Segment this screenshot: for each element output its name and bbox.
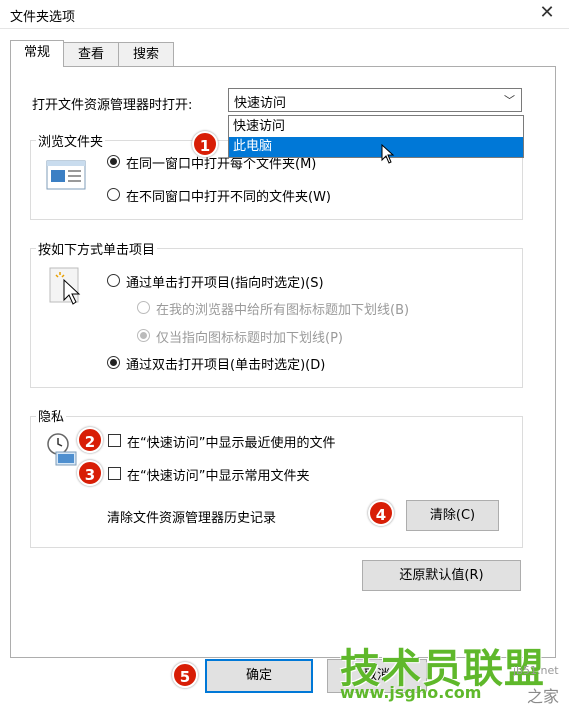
window-preview-icon (46, 160, 86, 190)
clear-button[interactable]: 清除(C) (406, 500, 499, 531)
dropdown-option-quick-access[interactable]: 快速访问 (229, 117, 523, 137)
watermark-side: jb51.net (513, 664, 559, 677)
click-items-title: 按如下方式单击项目 (36, 239, 158, 258)
open-explorer-dropdown: 快速访问 此电脑 (228, 115, 524, 158)
radio-underline-all[interactable] (137, 301, 150, 314)
tab-general[interactable]: 常规 (10, 40, 64, 67)
annotation-badge-3: 3 (77, 460, 103, 486)
watermark-side2: 之家 (527, 687, 560, 706)
radio-new-window[interactable] (107, 188, 120, 201)
clock-icon (47, 433, 77, 466)
tab-search[interactable]: 搜索 (118, 42, 174, 67)
checkbox-frequent-folders-label: 在“快速访问”中显示常用文件夹 (127, 469, 310, 484)
clear-history-label: 清除文件资源管理器历史记录 (107, 511, 277, 526)
click-pointer-icon (49, 267, 81, 305)
radio-double-click[interactable] (107, 356, 120, 369)
open-explorer-label: 打开文件资源管理器时打开: (32, 98, 193, 113)
radio-underline-all-label: 在我的浏览器中给所有图标标题加下划线(B) (156, 303, 410, 318)
annotation-badge-5: 5 (172, 662, 198, 688)
checkbox-recent-files-label: 在“快速访问”中显示最近使用的文件 (127, 436, 336, 451)
checkbox-recent-files[interactable] (108, 434, 121, 447)
chevron-down-icon: ﹀ (504, 94, 515, 107)
browse-folders-title: 浏览文件夹 (36, 131, 106, 150)
watermark-url: www.jsgho.com (340, 683, 482, 702)
radio-double-click-label: 通过双击打开项目(单击时选定)(D) (126, 358, 326, 373)
open-explorer-select[interactable]: 快速访问 ﹀ (228, 88, 522, 112)
radio-single-click-label: 通过单击打开项目(指向时选定)(S) (126, 276, 324, 291)
annotation-badge-2: 2 (77, 427, 103, 453)
annotation-badge-4: 4 (368, 500, 394, 526)
dropdown-option-this-pc[interactable]: 此电脑 (229, 137, 523, 157)
radio-underline-point[interactable] (137, 329, 150, 342)
privacy-title: 隐私 (36, 406, 67, 425)
radio-same-window[interactable] (107, 155, 120, 168)
open-explorer-value: 快速访问 (234, 96, 287, 111)
radio-single-click[interactable] (107, 274, 120, 287)
mouse-cursor-icon (381, 144, 395, 164)
tab-view[interactable]: 查看 (63, 42, 119, 67)
window-title: 文件夹选项 (10, 10, 76, 25)
radio-new-window-label: 在不同窗口中打开不同的文件夹(W) (126, 190, 331, 205)
title-bar: 文件夹选项 ✕ (0, 0, 569, 29)
ok-button[interactable]: 确定 (205, 659, 313, 693)
checkbox-frequent-folders[interactable] (108, 467, 121, 480)
close-icon[interactable]: ✕ (535, 1, 559, 25)
annotation-badge-1: 1 (192, 131, 218, 157)
radio-underline-point-label: 仅当指向图标标题时加下划线(P) (156, 331, 343, 346)
restore-defaults-button[interactable]: 还原默认值(R) (362, 560, 521, 591)
